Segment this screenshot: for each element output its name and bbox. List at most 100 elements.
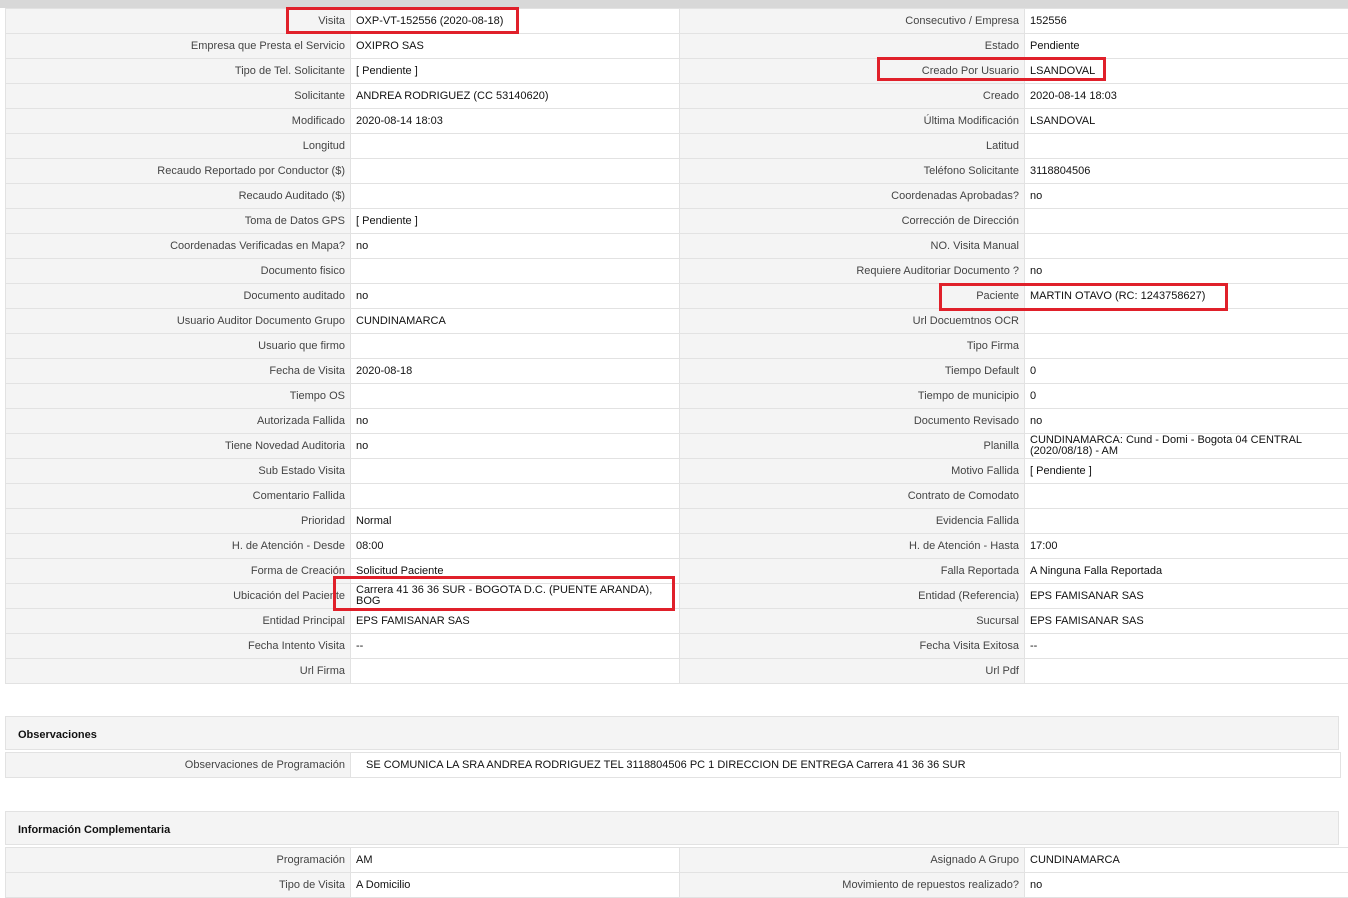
field-value-tiempo-default: 0	[1025, 359, 1348, 384]
field-value-forma-de-creacion: Solicitud Paciente	[351, 559, 680, 584]
field-label-latitud: Latitud	[680, 134, 1025, 159]
field-label-solicitante: Solicitante	[6, 84, 351, 109]
field-label-movimiento-de-repuestos-realizado: Movimiento de repuestos realizado?	[680, 873, 1025, 898]
table-row: Comentario FallidaContrato de Comodato	[6, 484, 1348, 509]
field-label-consecutivo-empresa: Consecutivo / Empresa	[680, 9, 1025, 34]
field-label-no-visita-manual: NO. Visita Manual	[680, 234, 1025, 259]
table-row: Url Firma Url Pdf	[6, 659, 1348, 684]
field-value-documento-fisico	[351, 259, 680, 284]
observaciones-value: SE COMUNICA LA SRA ANDREA RODRIGUEZ TEL …	[351, 753, 1341, 778]
table-row: Recaudo Reportado por Conductor ($)Teléf…	[6, 159, 1348, 184]
field-label-asignado-a-grupo: Asignado A Grupo	[680, 848, 1025, 873]
table-row: Tipo de Tel. Solicitante[ Pendiente ]Cre…	[6, 59, 1348, 84]
field-value-usuario-que-firmo	[351, 334, 680, 359]
field-value-empresa-que-presta-el-servicio: OXIPRO SAS	[351, 34, 680, 59]
table-row: VisitaOXP-VT-152556 (2020-08-18)Consecut…	[6, 9, 1348, 34]
field-value-consecutivo-empresa: 152556	[1025, 9, 1348, 34]
field-value-tipo-de-tel-solicitante: [ Pendiente ]	[351, 59, 680, 84]
field-label-tiempo-default: Tiempo Default	[680, 359, 1025, 384]
field-label-correccion-de-direccion: Corrección de Dirección	[680, 209, 1025, 234]
field-value-tiempo-os	[351, 384, 680, 409]
table-row: Documento auditado noPacienteMARTIN OTAV…	[6, 284, 1348, 309]
field-label-motivo-fallida: Motivo Fallida	[680, 459, 1025, 484]
field-value-sub-estado-visita	[351, 459, 680, 484]
field-label-sucursal: Sucursal	[680, 609, 1025, 634]
field-value-contrato-de-comodato	[1025, 484, 1348, 509]
field-value-paciente: MARTIN OTAVO (RC: 1243758627)	[1025, 284, 1348, 309]
table-row: Fecha de Visita 2020-08-18Tiempo Default…	[6, 359, 1348, 384]
field-value-coordenadas-verificadas-en-mapa: no	[351, 234, 680, 259]
field-label-ultima-modificacion: Última Modificación	[680, 109, 1025, 134]
field-label-coordenadas-aprobadas: Coordenadas Aprobadas?	[680, 184, 1025, 209]
field-label-modificado: Modificado	[6, 109, 351, 134]
table-row: Entidad PrincipalEPS FAMISANAR SASSucurs…	[6, 609, 1348, 634]
field-label-falla-reportada: Falla Reportada	[680, 559, 1025, 584]
field-value-ultima-modificacion: LSANDOVAL	[1025, 109, 1348, 134]
field-value-entidad-referencia: EPS FAMISANAR SAS	[1025, 584, 1348, 609]
field-label-documento-auditado: Documento auditado	[6, 284, 351, 309]
field-value-longitud	[351, 134, 680, 159]
top-divider	[0, 0, 1348, 8]
field-value-fecha-de-visita: 2020-08-18	[351, 359, 680, 384]
table-row: Ubicación del PacienteCarrera 41 36 36 S…	[6, 584, 1348, 609]
field-value-latitud	[1025, 134, 1348, 159]
field-value-planilla: CUNDINAMARCA: Cund - Domi - Bogota 04 CE…	[1025, 434, 1348, 459]
field-label-evidencia-fallida: Evidencia Fallida	[680, 509, 1025, 534]
field-value-programacion: AM	[351, 848, 680, 873]
field-value-coordenadas-aprobadas: no	[1025, 184, 1348, 209]
table-row: SolicitanteANDREA RODRIGUEZ (CC 53140620…	[6, 84, 1348, 109]
field-value-usuario-auditor-documento-grupo: CUNDINAMARCA	[351, 309, 680, 334]
field-label-url-firma: Url Firma	[6, 659, 351, 684]
field-label-url-pdf: Url Pdf	[680, 659, 1025, 684]
field-value-creado: 2020-08-14 18:03	[1025, 84, 1348, 109]
field-label-paciente: Paciente	[680, 284, 1025, 309]
complementaria-header: Información Complementaria	[5, 811, 1339, 845]
field-value-telefono-solicitante: 3118804506	[1025, 159, 1348, 184]
field-value-h-de-atencion-hasta: 17:00	[1025, 534, 1348, 559]
field-value-solicitante: ANDREA RODRIGUEZ (CC 53140620)	[351, 84, 680, 109]
table-row: Tiempo OSTiempo de municipio0	[6, 384, 1348, 409]
field-label-documento-revisado: Documento Revisado	[680, 409, 1025, 434]
field-value-requiere-auditoriar-documento: no	[1025, 259, 1348, 284]
observaciones-label: Observaciones de Programación	[6, 753, 351, 778]
field-value-motivo-fallida: [ Pendiente ]	[1025, 459, 1348, 484]
complementaria-table: ProgramaciónAMAsignado A GrupoCUNDINAMAR…	[5, 847, 1348, 898]
observaciones-table: Observaciones de Programación SE COMUNIC…	[5, 752, 1341, 778]
field-label-empresa-que-presta-el-servicio: Empresa que Presta el Servicio	[6, 34, 351, 59]
field-value-evidencia-fallida	[1025, 509, 1348, 534]
table-row: PrioridadNormalEvidencia Fallida	[6, 509, 1348, 534]
field-value-recaudo-auditado	[351, 184, 680, 209]
field-value-documento-auditado: no	[351, 284, 680, 309]
field-value-sucursal: EPS FAMISANAR SAS	[1025, 609, 1348, 634]
table-row: LongitudLatitud	[6, 134, 1348, 159]
field-value-tiempo-de-municipio: 0	[1025, 384, 1348, 409]
field-label-tiene-novedad-auditoria: Tiene Novedad Auditoria	[6, 434, 351, 459]
field-label-h-de-atencion-desde: H. de Atención - Desde	[6, 534, 351, 559]
field-value-url-pdf	[1025, 659, 1348, 684]
field-label-usuario-que-firmo: Usuario que firmo	[6, 334, 351, 359]
field-label-recaudo-auditado: Recaudo Auditado ($)	[6, 184, 351, 209]
field-label-visita: Visita	[6, 9, 351, 34]
field-value-ubicacion-del-paciente: Carrera 41 36 36 SUR - BOGOTA D.C. (PUEN…	[351, 584, 680, 609]
field-label-entidad-referencia: Entidad (Referencia)	[680, 584, 1025, 609]
field-value-modificado: 2020-08-14 18:03	[351, 109, 680, 134]
table-row: Usuario que firmo Tipo Firma	[6, 334, 1348, 359]
field-label-documento-fisico: Documento fisico	[6, 259, 351, 284]
field-value-asignado-a-grupo: CUNDINAMARCA	[1025, 848, 1348, 873]
visit-detail-table: VisitaOXP-VT-152556 (2020-08-18)Consecut…	[5, 8, 1348, 684]
field-label-coordenadas-verificadas-en-mapa: Coordenadas Verificadas en Mapa?	[6, 234, 351, 259]
field-value-autorizada-fallida: no	[351, 409, 680, 434]
field-value-estado: Pendiente	[1025, 34, 1348, 59]
field-value-falla-reportada: A Ninguna Falla Reportada	[1025, 559, 1348, 584]
table-row: ProgramaciónAMAsignado A GrupoCUNDINAMAR…	[6, 848, 1348, 873]
field-label-tipo-firma: Tipo Firma	[680, 334, 1025, 359]
field-value-h-de-atencion-desde: 08:00	[351, 534, 680, 559]
table-row: Documento fisicoRequiere Auditoriar Docu…	[6, 259, 1348, 284]
field-value-movimiento-de-repuestos-realizado: no	[1025, 873, 1348, 898]
field-value-recaudo-reportado-por-conductor	[351, 159, 680, 184]
field-label-usuario-auditor-documento-grupo: Usuario Auditor Documento Grupo	[6, 309, 351, 334]
field-value-url-firma	[351, 659, 680, 684]
table-row: Sub Estado VisitaMotivo Fallida[ Pendien…	[6, 459, 1348, 484]
field-value-documento-revisado: no	[1025, 409, 1348, 434]
field-label-tipo-de-tel-solicitante: Tipo de Tel. Solicitante	[6, 59, 351, 84]
